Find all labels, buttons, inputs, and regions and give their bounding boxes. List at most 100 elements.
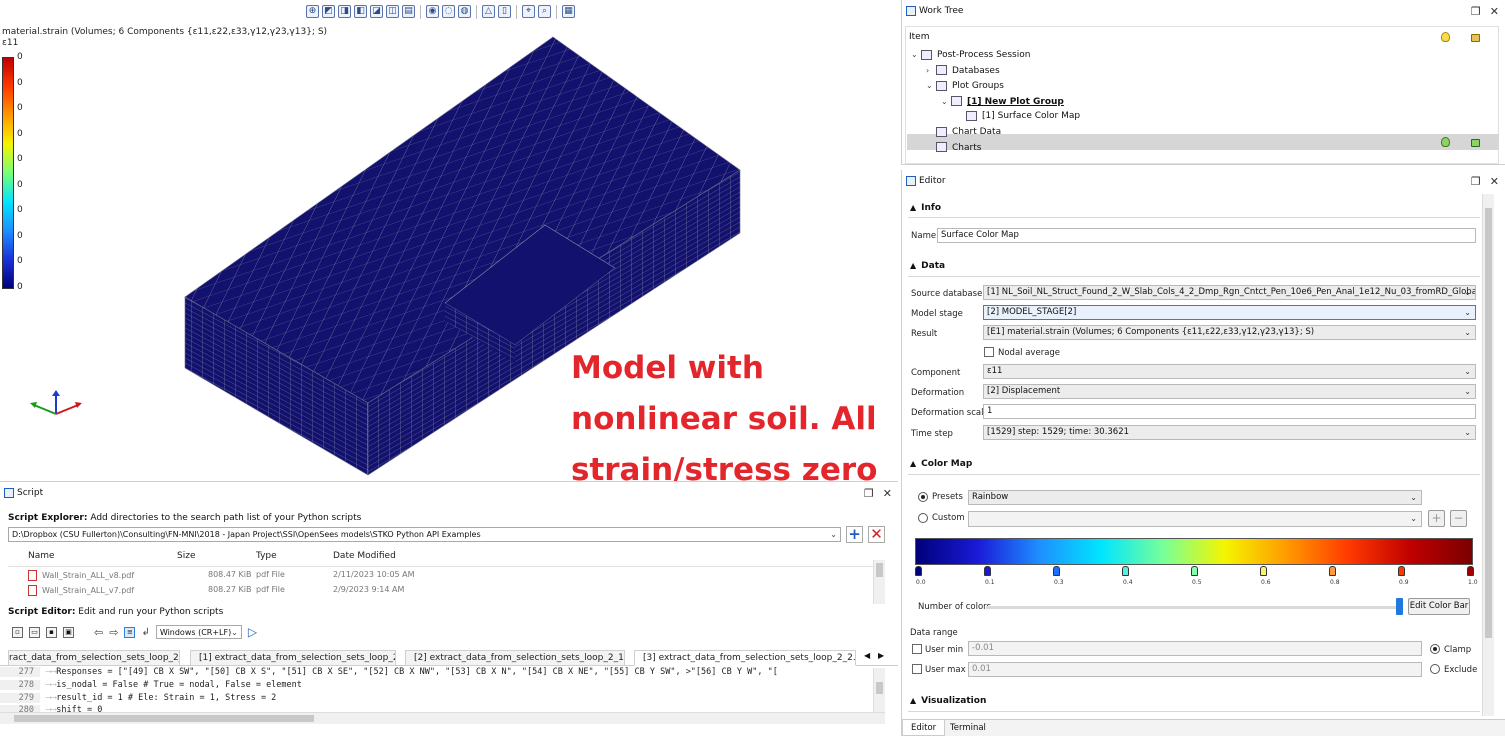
colormap-stop-handle[interactable] — [1329, 566, 1336, 576]
col-date[interactable]: Date Modified — [333, 551, 396, 565]
zoom-fit-icon[interactable]: ⌖ — [522, 5, 535, 18]
colormap-stop-handle[interactable] — [1467, 566, 1474, 576]
section-data[interactable]: ▲ Data — [910, 261, 945, 271]
remove-directory-button[interactable]: ✕ — [868, 526, 885, 543]
zoom-icon[interactable]: ⌕ — [538, 5, 551, 18]
script-tab[interactable]: [2] extract_data_from_selection_sets_loo… — [405, 650, 625, 666]
directory-combo[interactable]: D:\Dropbox (CSU Fullerton)\Consulting\FN… — [8, 527, 841, 542]
colormap-gradient[interactable] — [915, 538, 1473, 565]
presets-select[interactable]: Rainbow ⌄ — [968, 490, 1422, 505]
script-tab-active[interactable]: [3] extract_data_from_selection_sets_loo… — [634, 650, 856, 666]
float-icon[interactable]: ❐ — [1471, 5, 1481, 18]
code-editor[interactable]: 277 ⟶⟶Responses = ["[49] CB X SW", "[50] … — [0, 667, 898, 714]
script-tab[interactable]: [1] extract_data_from_selection_sets_loo… — [190, 650, 396, 666]
colormap-stop-handle[interactable] — [1122, 566, 1129, 576]
result-select[interactable]: [E1] material.strain (Volumes; 6 Compone… — [983, 325, 1476, 340]
tree-node[interactable]: ⌄ Plot Groups — [926, 78, 1004, 93]
view-front-icon[interactable]: ◩ — [322, 5, 335, 18]
tree-node[interactable]: Charts — [926, 141, 981, 156]
colormap-stop-handle[interactable] — [1260, 566, 1267, 576]
open-file-icon[interactable]: ▭ — [29, 626, 40, 638]
tree-node[interactable]: [1] Surface Color Map — [956, 109, 1080, 124]
exclude-radio[interactable] — [1430, 664, 1440, 674]
indent-icon[interactable]: ≡ — [124, 626, 136, 638]
scroll-thumb[interactable] — [1485, 208, 1492, 638]
col-size[interactable]: Size — [177, 551, 195, 565]
view-right-icon[interactable]: ◪ — [370, 5, 383, 18]
tree-node[interactable]: › Databases — [926, 63, 1000, 78]
edit-color-bar-button[interactable]: Edit Color Bar — [1408, 598, 1470, 615]
editor-scrollbar[interactable] — [1482, 194, 1494, 716]
user-min-field[interactable]: -0.01 — [968, 641, 1422, 656]
show-icon[interactable]: ◉ — [426, 5, 439, 18]
colormap-stop-handle[interactable] — [1191, 566, 1198, 576]
save-all-icon[interactable]: ▣ — [63, 626, 74, 638]
view-bottom-icon[interactable]: ▤ — [402, 5, 415, 18]
close-icon[interactable]: ✕ — [883, 487, 892, 500]
colormap-stop-handle[interactable] — [915, 566, 922, 576]
save-icon[interactable]: ▪ — [46, 626, 57, 638]
tab-editor[interactable]: Editor — [902, 720, 946, 736]
float-icon[interactable]: ❐ — [864, 487, 874, 500]
remove-custom-button[interactable]: − — [1450, 510, 1467, 527]
parallel-icon[interactable]: ▯ — [498, 5, 511, 18]
colormap-stop-handle[interactable] — [1053, 566, 1060, 576]
file-list-scrollbar[interactable] — [873, 560, 885, 604]
float-icon[interactable]: ❐ — [1471, 175, 1481, 188]
code-hscroll[interactable] — [0, 712, 885, 724]
source-db-select[interactable]: [1] NL_Soil_NL_Struct_Found_2_W_Slab_Col… — [983, 285, 1476, 300]
custom-select[interactable]: ⌄ — [968, 511, 1422, 527]
chevron-icon[interactable]: › — [926, 63, 936, 78]
deformation-select[interactable]: [2] Displacement ⌄ — [983, 384, 1476, 399]
number-of-colors-slider[interactable] — [1396, 598, 1403, 615]
tab-terminal[interactable]: Terminal — [942, 720, 994, 736]
chevron-icon[interactable]: ⌄ — [941, 94, 951, 109]
chevron-icon[interactable]: ⌄ — [926, 78, 936, 93]
lock-icon[interactable] — [1471, 34, 1480, 42]
view-top-icon[interactable]: ◫ — [386, 5, 399, 18]
colormap-stop-handle[interactable] — [1398, 566, 1405, 576]
add-custom-button[interactable]: + — [1428, 510, 1445, 527]
run-icon[interactable]: ▷ — [248, 625, 257, 639]
col-name[interactable]: Name — [28, 551, 55, 565]
line-ending-select[interactable]: Windows (CR+LF) ⌄ — [155, 625, 242, 639]
3d-viewport[interactable]: ⊕ ◩ ◨ ◧ ◪ ◫ ▤ ◉ ◌ ◍ △ ▯ ⌖ ⌕ ▦ material.strain (Volumes… — [0, 0, 898, 488]
tab-scroll-left-icon[interactable]: ◀ — [864, 651, 870, 660]
clamp-radio[interactable] — [1430, 644, 1440, 654]
section-info[interactable]: ▲ Info — [910, 203, 941, 213]
new-file-icon[interactable]: ▫ — [12, 626, 23, 638]
presets-radio[interactable] — [918, 492, 928, 502]
script-tab[interactable]: ract_data_from_selection_sets_loop_2_1× — [8, 650, 180, 666]
perspective-icon[interactable]: △ — [482, 5, 495, 18]
colormap-stop-handle[interactable] — [984, 566, 991, 576]
tab-scroll-right-icon[interactable]: ▶ — [878, 651, 884, 660]
scroll-thumb[interactable] — [876, 682, 883, 694]
custom-radio[interactable] — [918, 513, 928, 523]
deformation-scale-field[interactable]: 1 — [983, 404, 1476, 419]
grid-icon[interactable]: ▦ — [562, 5, 575, 18]
chevron-icon[interactable]: ⌄ — [911, 47, 921, 62]
number-of-colors-track[interactable] — [986, 606, 1399, 609]
section-visualization[interactable]: ▲ Visualization — [910, 696, 986, 706]
name-field[interactable]: Surface Color Map — [937, 228, 1476, 243]
visibility-bulb-icon[interactable] — [1441, 32, 1450, 42]
visibility-bulb-icon[interactable] — [1441, 137, 1450, 147]
code-vscroll[interactable] — [873, 668, 885, 712]
nodal-average-checkbox[interactable] — [984, 347, 994, 357]
view-left-icon[interactable]: ◧ — [354, 5, 367, 18]
tree-node[interactable]: ⌄ [1] New Plot Group — [941, 94, 1064, 109]
lock-icon[interactable] — [1471, 139, 1480, 147]
forward-icon[interactable]: ⇨ — [109, 626, 118, 639]
wrap-icon[interactable]: ↲ — [141, 627, 149, 638]
scroll-thumb[interactable] — [14, 715, 314, 722]
user-max-checkbox[interactable] — [912, 664, 922, 674]
user-max-field[interactable]: 0.01 — [968, 662, 1422, 677]
model-stage-select[interactable]: [2] MODEL_STAGE[2] ⌄ — [983, 305, 1476, 320]
col-type[interactable]: Type — [256, 551, 277, 565]
view-back-icon[interactable]: ◨ — [338, 5, 351, 18]
add-directory-button[interactable]: + — [846, 526, 863, 543]
component-select[interactable]: ε11 ⌄ — [983, 364, 1476, 379]
time-step-select[interactable]: [1529] step: 1529; time: 30.3621 ⌄ — [983, 425, 1476, 440]
tree-node[interactable]: Chart Data — [926, 125, 1001, 140]
scroll-thumb[interactable] — [876, 563, 883, 577]
